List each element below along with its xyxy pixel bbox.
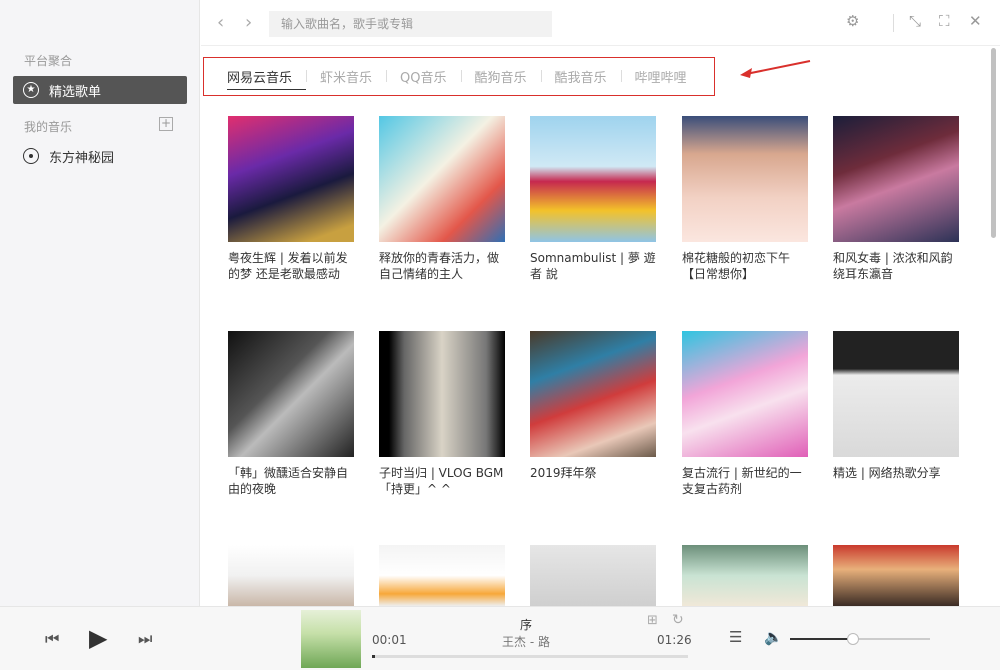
- player-bar: ⏮ ▶ ⏭ 序 王杰 - 路 00:01 01:26 ⊞ ↻ ☰ 🔈: [0, 606, 1000, 670]
- previous-track-icon[interactable]: ⏮: [45, 629, 59, 649]
- sidebar-item-featured-playlists[interactable]: ★ 精选歌单: [13, 76, 187, 104]
- playlist-queue-icon[interactable]: ☰: [729, 628, 742, 646]
- volume-icon[interactable]: 🔈: [764, 628, 783, 646]
- progress-fill: [372, 655, 376, 658]
- playlist-cover[interactable]: [682, 331, 808, 457]
- tab-xiami[interactable]: 虾米音乐: [306, 67, 386, 86]
- playlist-title[interactable]: 子时当归 | VLOG BGM「持更」^ ^: [379, 465, 505, 497]
- playlist-card[interactable]: 复古流行 | 新世纪的一支复古药剂: [682, 331, 808, 497]
- playlist-cover[interactable]: [833, 545, 959, 606]
- back-button[interactable]: ‹: [217, 12, 224, 33]
- playlist-card[interactable]: 和风女毒 | 浓浓和风韵 绕耳东瀛音: [833, 116, 959, 282]
- search-input[interactable]: [269, 11, 552, 37]
- playlist-cover[interactable]: [682, 545, 808, 606]
- playlist-title[interactable]: 「韩」微醺适合安静自由的夜晚: [228, 465, 354, 497]
- section-platform-label: 平台聚合: [24, 54, 73, 68]
- playlist-cover[interactable]: [530, 116, 656, 242]
- playlist-cover[interactable]: [228, 331, 354, 457]
- now-playing-cover[interactable]: [301, 610, 361, 668]
- loop-icon[interactable]: ↻: [672, 612, 684, 628]
- top-bar: ‹ › ⚙ ⤡ ⛶ ✕: [201, 0, 1000, 46]
- playlist-cover[interactable]: [682, 116, 808, 242]
- volume-fill: [790, 638, 853, 640]
- playlist-cover[interactable]: [228, 545, 354, 606]
- add-to-list-icon[interactable]: ⊞: [647, 613, 658, 628]
- minimize-icon[interactable]: ⤡: [909, 12, 921, 30]
- playlist-card[interactable]: Somnambulist | 夢 遊 者 說: [530, 116, 656, 282]
- playlist-cover[interactable]: [379, 331, 505, 457]
- playlist-title[interactable]: 释放你的青春活力，做自己情绪的主人: [379, 250, 505, 282]
- playlist-title[interactable]: Somnambulist | 夢 遊 者 說: [530, 250, 656, 282]
- playlist-cover[interactable]: [379, 545, 505, 606]
- platform-tabs: 网易云音乐 虾米音乐 QQ音乐 酷狗音乐 酷我音乐 哔哩哔哩: [203, 57, 715, 96]
- playlist-title[interactable]: 和风女毒 | 浓浓和风韵 绕耳东瀛音: [833, 250, 959, 282]
- playlist-card[interactable]: [833, 545, 959, 606]
- tab-netease[interactable]: 网易云音乐: [227, 67, 307, 90]
- playlist-card[interactable]: 2019拜年祭: [530, 331, 656, 481]
- total-time: 01:26: [657, 633, 692, 647]
- sidebar: 平台聚合 ★ 精选歌单 我的音乐 + 东方神秘园: [0, 0, 200, 606]
- disc-icon: [23, 148, 39, 164]
- divider: [893, 14, 894, 32]
- playlist-title[interactable]: 2019拜年祭: [530, 465, 656, 481]
- playlist-cover[interactable]: [379, 116, 505, 242]
- sidebar-item-label: 精选歌单: [49, 84, 102, 100]
- playlist-card[interactable]: [682, 545, 808, 606]
- scrollbar[interactable]: [991, 48, 996, 608]
- forward-button[interactable]: ›: [245, 12, 252, 33]
- playlist-cover[interactable]: [833, 331, 959, 457]
- playlist-title[interactable]: 复古流行 | 新世纪的一支复古药剂: [682, 465, 808, 497]
- playlist-card[interactable]: [228, 545, 354, 606]
- settings-icon[interactable]: ⚙: [846, 12, 859, 30]
- sidebar-item-label: 东方神秘园: [49, 150, 115, 166]
- scrollbar-thumb[interactable]: [991, 48, 996, 238]
- section-my-music-label: 我的音乐: [24, 120, 73, 134]
- next-track-icon[interactable]: ⏭: [138, 629, 152, 649]
- playlist-card[interactable]: 子时当归 | VLOG BGM「持更」^ ^: [379, 331, 505, 497]
- tab-qq[interactable]: QQ音乐: [386, 67, 460, 86]
- playlist-cover[interactable]: [530, 331, 656, 457]
- playlist-card[interactable]: [379, 545, 505, 606]
- playlist-title[interactable]: 棉花糖般的初恋下午【日常想你】: [682, 250, 808, 282]
- playlist-card[interactable]: 精选 | 网络热歌分享: [833, 331, 959, 481]
- tab-kuwo[interactable]: 酷我音乐: [540, 67, 621, 86]
- volume-knob[interactable]: [847, 633, 859, 645]
- progress-bar[interactable]: [372, 655, 688, 658]
- current-time: 00:01: [372, 633, 407, 647]
- playlist-cover[interactable]: [833, 116, 959, 242]
- song-artist: 王杰 - 路: [502, 635, 550, 649]
- volume-slider[interactable]: [790, 633, 930, 645]
- playlist-card[interactable]: 棉花糖般的初恋下午【日常想你】: [682, 116, 808, 282]
- play-icon[interactable]: ▶: [89, 624, 107, 652]
- playlist-cover[interactable]: [530, 545, 656, 606]
- playlist-card[interactable]: 释放你的青春活力，做自己情绪的主人: [379, 116, 505, 282]
- playlist-title[interactable]: 粤夜生辉 | 发着以前发的梦 还是老歌最感动: [228, 250, 354, 282]
- playlist-card[interactable]: [530, 545, 656, 606]
- song-title: 序: [519, 618, 532, 632]
- playlist-cover[interactable]: [228, 116, 354, 242]
- sidebar-item-my-playlist[interactable]: 东方神秘园: [13, 142, 187, 170]
- tab-bilibili[interactable]: 哔哩哔哩: [620, 67, 701, 86]
- playlist-card[interactable]: 粤夜生辉 | 发着以前发的梦 还是老歌最感动: [228, 116, 354, 282]
- add-playlist-button[interactable]: +: [159, 117, 173, 131]
- playlist-title[interactable]: 精选 | 网络热歌分享: [833, 465, 959, 481]
- fullscreen-icon[interactable]: ⛶: [939, 12, 950, 30]
- annotation-arrow-icon: [740, 60, 811, 78]
- tab-kugou[interactable]: 酷狗音乐: [460, 67, 541, 86]
- star-icon: ★: [23, 82, 39, 98]
- close-icon[interactable]: ✕: [969, 12, 982, 30]
- playlist-card[interactable]: 「韩」微醺适合安静自由的夜晚: [228, 331, 354, 497]
